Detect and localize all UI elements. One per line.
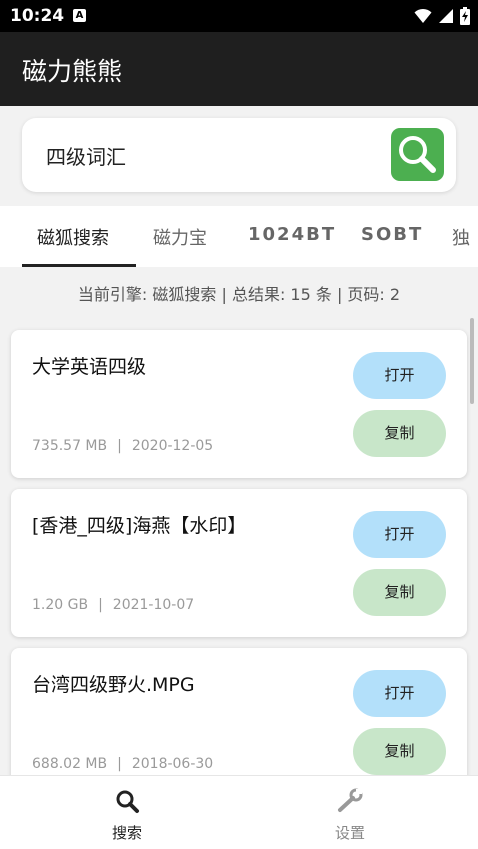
wrench-icon [338,788,363,812]
bottom-nav: 搜索 设置 [0,775,478,849]
result-title: [香港_四级]海燕【水印】 [32,515,247,537]
wifi-icon [414,8,432,23]
nav-settings[interactable]: 设置 [290,788,410,843]
result-title: 台湾四级野火.MPG [32,674,195,696]
search-icon [399,136,436,173]
meta-separator: | [98,597,103,613]
nav-search[interactable]: 搜索 [67,788,187,843]
search-input[interactable] [46,136,376,174]
nav-settings-label: 设置 [334,824,365,842]
tab-more[interactable]: 独 [452,224,470,250]
tab-1024bt[interactable]: 1024BT [248,224,336,245]
system-icons [414,7,470,25]
result-size: 735.57 MB [32,438,108,454]
signal-icon [439,9,453,23]
result-card: 台湾四级野火.MPG 688.02 MB | 2018-06-30 打开 复制 [11,648,467,775]
results-list[interactable]: 大学英语四级 735.57 MB | 2020-12-05 打开 复制 [香港_四级… [0,318,478,775]
tab-cilibao[interactable]: 磁力宝 [153,224,207,250]
status-time: 10:24 [10,6,65,26]
battery-icon [460,7,470,25]
meta-separator: | [117,438,122,454]
result-meta: 688.02 MB | 2018-06-30 [32,756,213,772]
result-date: 2021-10-07 [112,597,195,613]
tab-indicator [22,264,136,267]
nav-search-label: 搜索 [111,824,142,842]
notification-icon: A [73,9,86,22]
result-card: [香港_四级]海燕【水印】 1.20 GB | 2021-10-07 打开 复制 [11,489,467,637]
scrollbar[interactable] [470,318,474,404]
result-date: 2018-06-30 [131,756,214,772]
open-button[interactable]: 打开 [353,670,446,717]
meta-separator: | [117,756,122,772]
result-title: 大学英语四级 [32,356,147,378]
result-size: 1.20 GB [32,597,89,613]
search-bar [22,118,456,192]
status-bar: 10:24 A [0,0,478,32]
search-summary: 当前引擎: 磁狐搜索 | 总结果: 15 条 | 页码: 2 [77,285,401,304]
result-meta: 1.20 GB | 2021-10-07 [32,597,194,613]
engine-tabs: 磁狐搜索 磁力宝 1024BT SOBT 独 [0,206,478,267]
open-button[interactable]: 打开 [353,511,446,558]
search-button[interactable] [391,128,444,181]
search-icon [116,790,139,813]
tab-cihu[interactable]: 磁狐搜索 [37,224,109,250]
open-button[interactable]: 打开 [353,352,446,399]
result-date: 2020-12-05 [131,438,214,454]
result-size: 688.02 MB [32,756,108,772]
result-meta: 735.57 MB | 2020-12-05 [32,438,213,454]
copy-button[interactable]: 复制 [353,728,446,775]
result-card: 大学英语四级 735.57 MB | 2020-12-05 打开 复制 [11,330,467,478]
app-bar: 磁力熊熊 [0,32,478,106]
tab-sobt[interactable]: SOBT [361,224,423,245]
copy-button[interactable]: 复制 [353,410,446,457]
app-title: 磁力熊熊 [22,57,123,86]
copy-button[interactable]: 复制 [353,569,446,616]
